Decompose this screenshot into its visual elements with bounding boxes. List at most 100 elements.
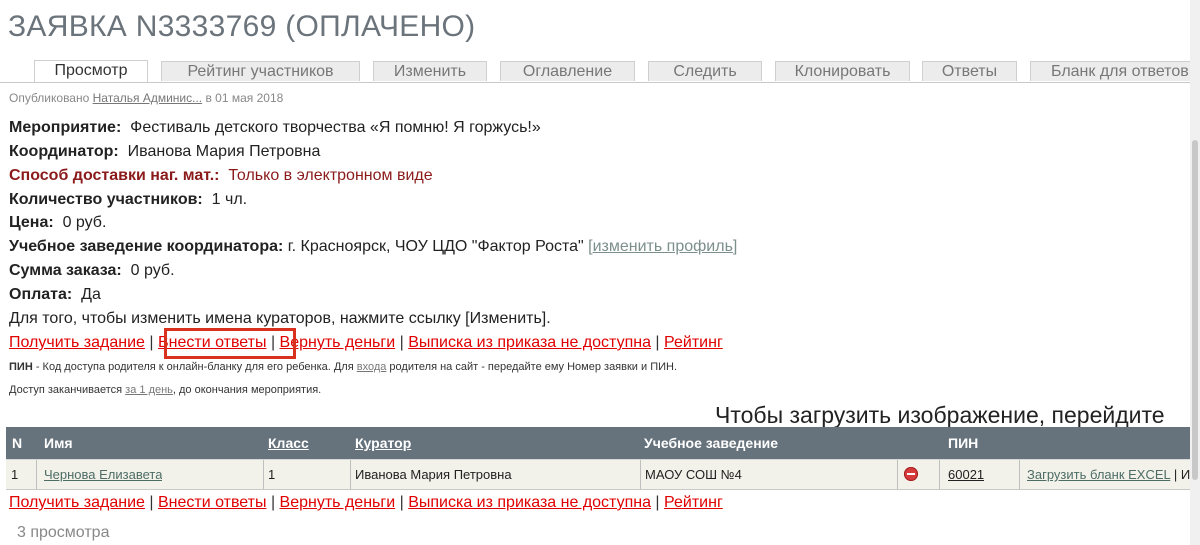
delete-icon[interactable] bbox=[904, 467, 918, 481]
cell-pin: 60021 bbox=[948, 460, 984, 489]
curators-note: Для того, чтобы изменить имена кураторов… bbox=[9, 310, 551, 327]
student-name-link[interactable]: Чернова Елизавета bbox=[44, 467, 162, 482]
pin-note: ПИН - Код доступа родителя к онлайн-блан… bbox=[9, 361, 677, 373]
header-school: Учебное заведение bbox=[644, 435, 779, 451]
tab-edit[interactable]: Изменить bbox=[373, 61, 487, 81]
pin-note-text1: - Код доступа родителя к онлайн-бланку д… bbox=[32, 361, 357, 373]
delivery-line: Способ доставки наг. мат.: Только в элек… bbox=[9, 167, 433, 185]
tab-clone[interactable]: Клонировать bbox=[775, 61, 910, 81]
tab-contents[interactable]: Оглавление bbox=[500, 61, 635, 81]
separator: | bbox=[270, 494, 276, 511]
more-links: | И bbox=[1173, 467, 1190, 482]
school-label: Учебное заведение координатора: bbox=[9, 238, 284, 255]
header-n: N bbox=[12, 435, 23, 451]
change-profile-link[interactable]: изменить профиль bbox=[593, 238, 733, 255]
coordinator-line: Координатор: Иванова Мария Петровна bbox=[9, 143, 320, 161]
sum-label: Сумма заказа: bbox=[9, 262, 122, 279]
change-profile-close-bracket: ] bbox=[732, 238, 738, 255]
extract-link[interactable]: Выписка из приказа не доступна bbox=[408, 494, 651, 511]
get-task-link[interactable]: Получить задание bbox=[9, 334, 145, 351]
pin-link[interactable]: 60021 bbox=[948, 467, 984, 482]
cell-upload: Загрузить бланк EXCEL | И bbox=[1027, 460, 1190, 489]
access-note-text1: Доступ заканчивается bbox=[9, 384, 126, 396]
cell-divider bbox=[1019, 460, 1020, 489]
delivery-label: Способ доставки наг. мат.: bbox=[9, 167, 220, 184]
price-line: Цена: 0 руб. bbox=[9, 214, 106, 232]
cell-divider bbox=[640, 460, 641, 489]
rating-link[interactable]: Рейтинг bbox=[664, 494, 723, 511]
pin-note-text2: родителя на сайт - передайте ему Номер з… bbox=[386, 361, 678, 373]
views-count: 3 просмотра bbox=[17, 524, 110, 541]
tab-answers[interactable]: Ответы bbox=[922, 61, 1017, 81]
header-name: Имя bbox=[44, 435, 73, 451]
school-line: Учебное заведение координатора: г. Красн… bbox=[9, 238, 737, 256]
payment-value: Да bbox=[81, 286, 101, 303]
rating-link[interactable]: Рейтинг bbox=[664, 334, 723, 351]
price-label: Цена: bbox=[9, 214, 54, 231]
tab-bar: Просмотр Рейтинг участников Изменить Огл… bbox=[0, 59, 1190, 83]
cell-divider bbox=[350, 460, 351, 489]
extract-link[interactable]: Выписка из приказа не доступна bbox=[408, 334, 651, 351]
scrollbar-thumb[interactable] bbox=[1192, 140, 1198, 480]
payment-label: Оплата: bbox=[9, 286, 73, 303]
event-value: Фестиваль детского творчества «Я помню! … bbox=[130, 119, 541, 136]
pin-label: ПИН bbox=[9, 361, 33, 373]
school-value: г. Красноярск, ЧОУ ЦДО "Фактор Роста" bbox=[287, 238, 584, 255]
tab-rating-participants[interactable]: Рейтинг участников bbox=[161, 61, 360, 81]
page: ЗАЯВКА N3333769 (ОПЛАЧЕНО) Просмотр Рейт… bbox=[0, 0, 1190, 545]
highlight-box bbox=[164, 328, 296, 359]
delivery-value: Только в электронном виде bbox=[228, 167, 433, 184]
participants-value: 1 чл. bbox=[211, 191, 248, 208]
payment-line: Оплата: Да bbox=[9, 286, 101, 304]
coordinator-label: Координатор: bbox=[9, 143, 119, 160]
tab-follow[interactable]: Следить bbox=[648, 61, 762, 81]
cell-school: МАОУ СОШ №4 bbox=[645, 467, 742, 482]
separator: | bbox=[399, 494, 404, 511]
header-class[interactable]: Класс bbox=[268, 427, 309, 459]
cell-class: 1 bbox=[268, 467, 276, 482]
cell-name: Чернова Елизавета bbox=[44, 460, 162, 489]
published-prefix: Опубликовано bbox=[9, 91, 90, 105]
event-label: Мероприятие: bbox=[9, 119, 122, 136]
action-links-bottom: Получить задание | Внести ответы | Верну… bbox=[9, 494, 723, 512]
separator: | bbox=[655, 494, 660, 511]
cell-divider bbox=[263, 460, 264, 489]
tab-view[interactable]: Просмотр bbox=[34, 60, 148, 82]
separator: | bbox=[399, 334, 404, 351]
header-curator[interactable]: Куратор bbox=[355, 427, 411, 459]
upload-excel-link[interactable]: Загрузить бланк EXCEL bbox=[1027, 467, 1170, 482]
separator: | bbox=[149, 334, 154, 351]
sum-value: 0 руб. bbox=[130, 262, 175, 279]
vertical-scrollbar[interactable] bbox=[1190, 0, 1200, 545]
participants-label: Количество участников: bbox=[9, 191, 203, 208]
separator: | bbox=[655, 334, 660, 351]
sum-line: Сумма заказа: 0 руб. bbox=[9, 262, 175, 280]
refund-link[interactable]: Вернуть деньги bbox=[280, 334, 396, 351]
coordinator-value: Иванова Мария Петровна bbox=[127, 143, 321, 160]
access-note: Доступ заканчивается за 1 день, до оконч… bbox=[9, 384, 321, 396]
login-link[interactable]: входа bbox=[357, 361, 387, 373]
cell-n: 1 bbox=[11, 467, 19, 482]
cell-curator: Иванова Мария Петровна bbox=[355, 467, 512, 482]
action-links-top: Получить задание | Внести ответы | Верну… bbox=[9, 334, 723, 352]
enter-answers-link[interactable]: Внести ответы bbox=[158, 494, 267, 511]
participants-line: Количество участников: 1 чл. bbox=[9, 191, 247, 209]
access-days-link[interactable]: за 1 день bbox=[125, 384, 173, 396]
access-note-text2: , до окончания мероприятия. bbox=[172, 384, 322, 396]
tab-answer-form[interactable]: Бланк для ответов bbox=[1030, 61, 1190, 81]
refund-link[interactable]: Вернуть деньги bbox=[280, 494, 396, 511]
cell-divider bbox=[36, 460, 37, 489]
published-line: Опубликовано Наталья Админис... в 01 мая… bbox=[9, 91, 283, 105]
table-row: 1 Чернова Елизавета 1 Иванова Мария Петр… bbox=[6, 459, 1190, 490]
published-date: в 01 мая 2018 bbox=[205, 91, 284, 105]
separator: | bbox=[149, 494, 154, 511]
event-line: Мероприятие: Фестиваль детского творчест… bbox=[9, 119, 541, 137]
cell-divider bbox=[897, 460, 898, 489]
get-task-link[interactable]: Получить задание bbox=[9, 494, 145, 511]
author-link[interactable]: Наталья Админис... bbox=[93, 91, 203, 105]
page-title: ЗАЯВКА N3333769 (ОПЛАЧЕНО) bbox=[8, 10, 476, 43]
upload-message: Чтобы загрузить изображение, перейдите bbox=[715, 402, 1165, 428]
header-pin: ПИН bbox=[948, 435, 979, 451]
cell-divider bbox=[939, 460, 940, 489]
price-value: 0 руб. bbox=[62, 214, 107, 231]
